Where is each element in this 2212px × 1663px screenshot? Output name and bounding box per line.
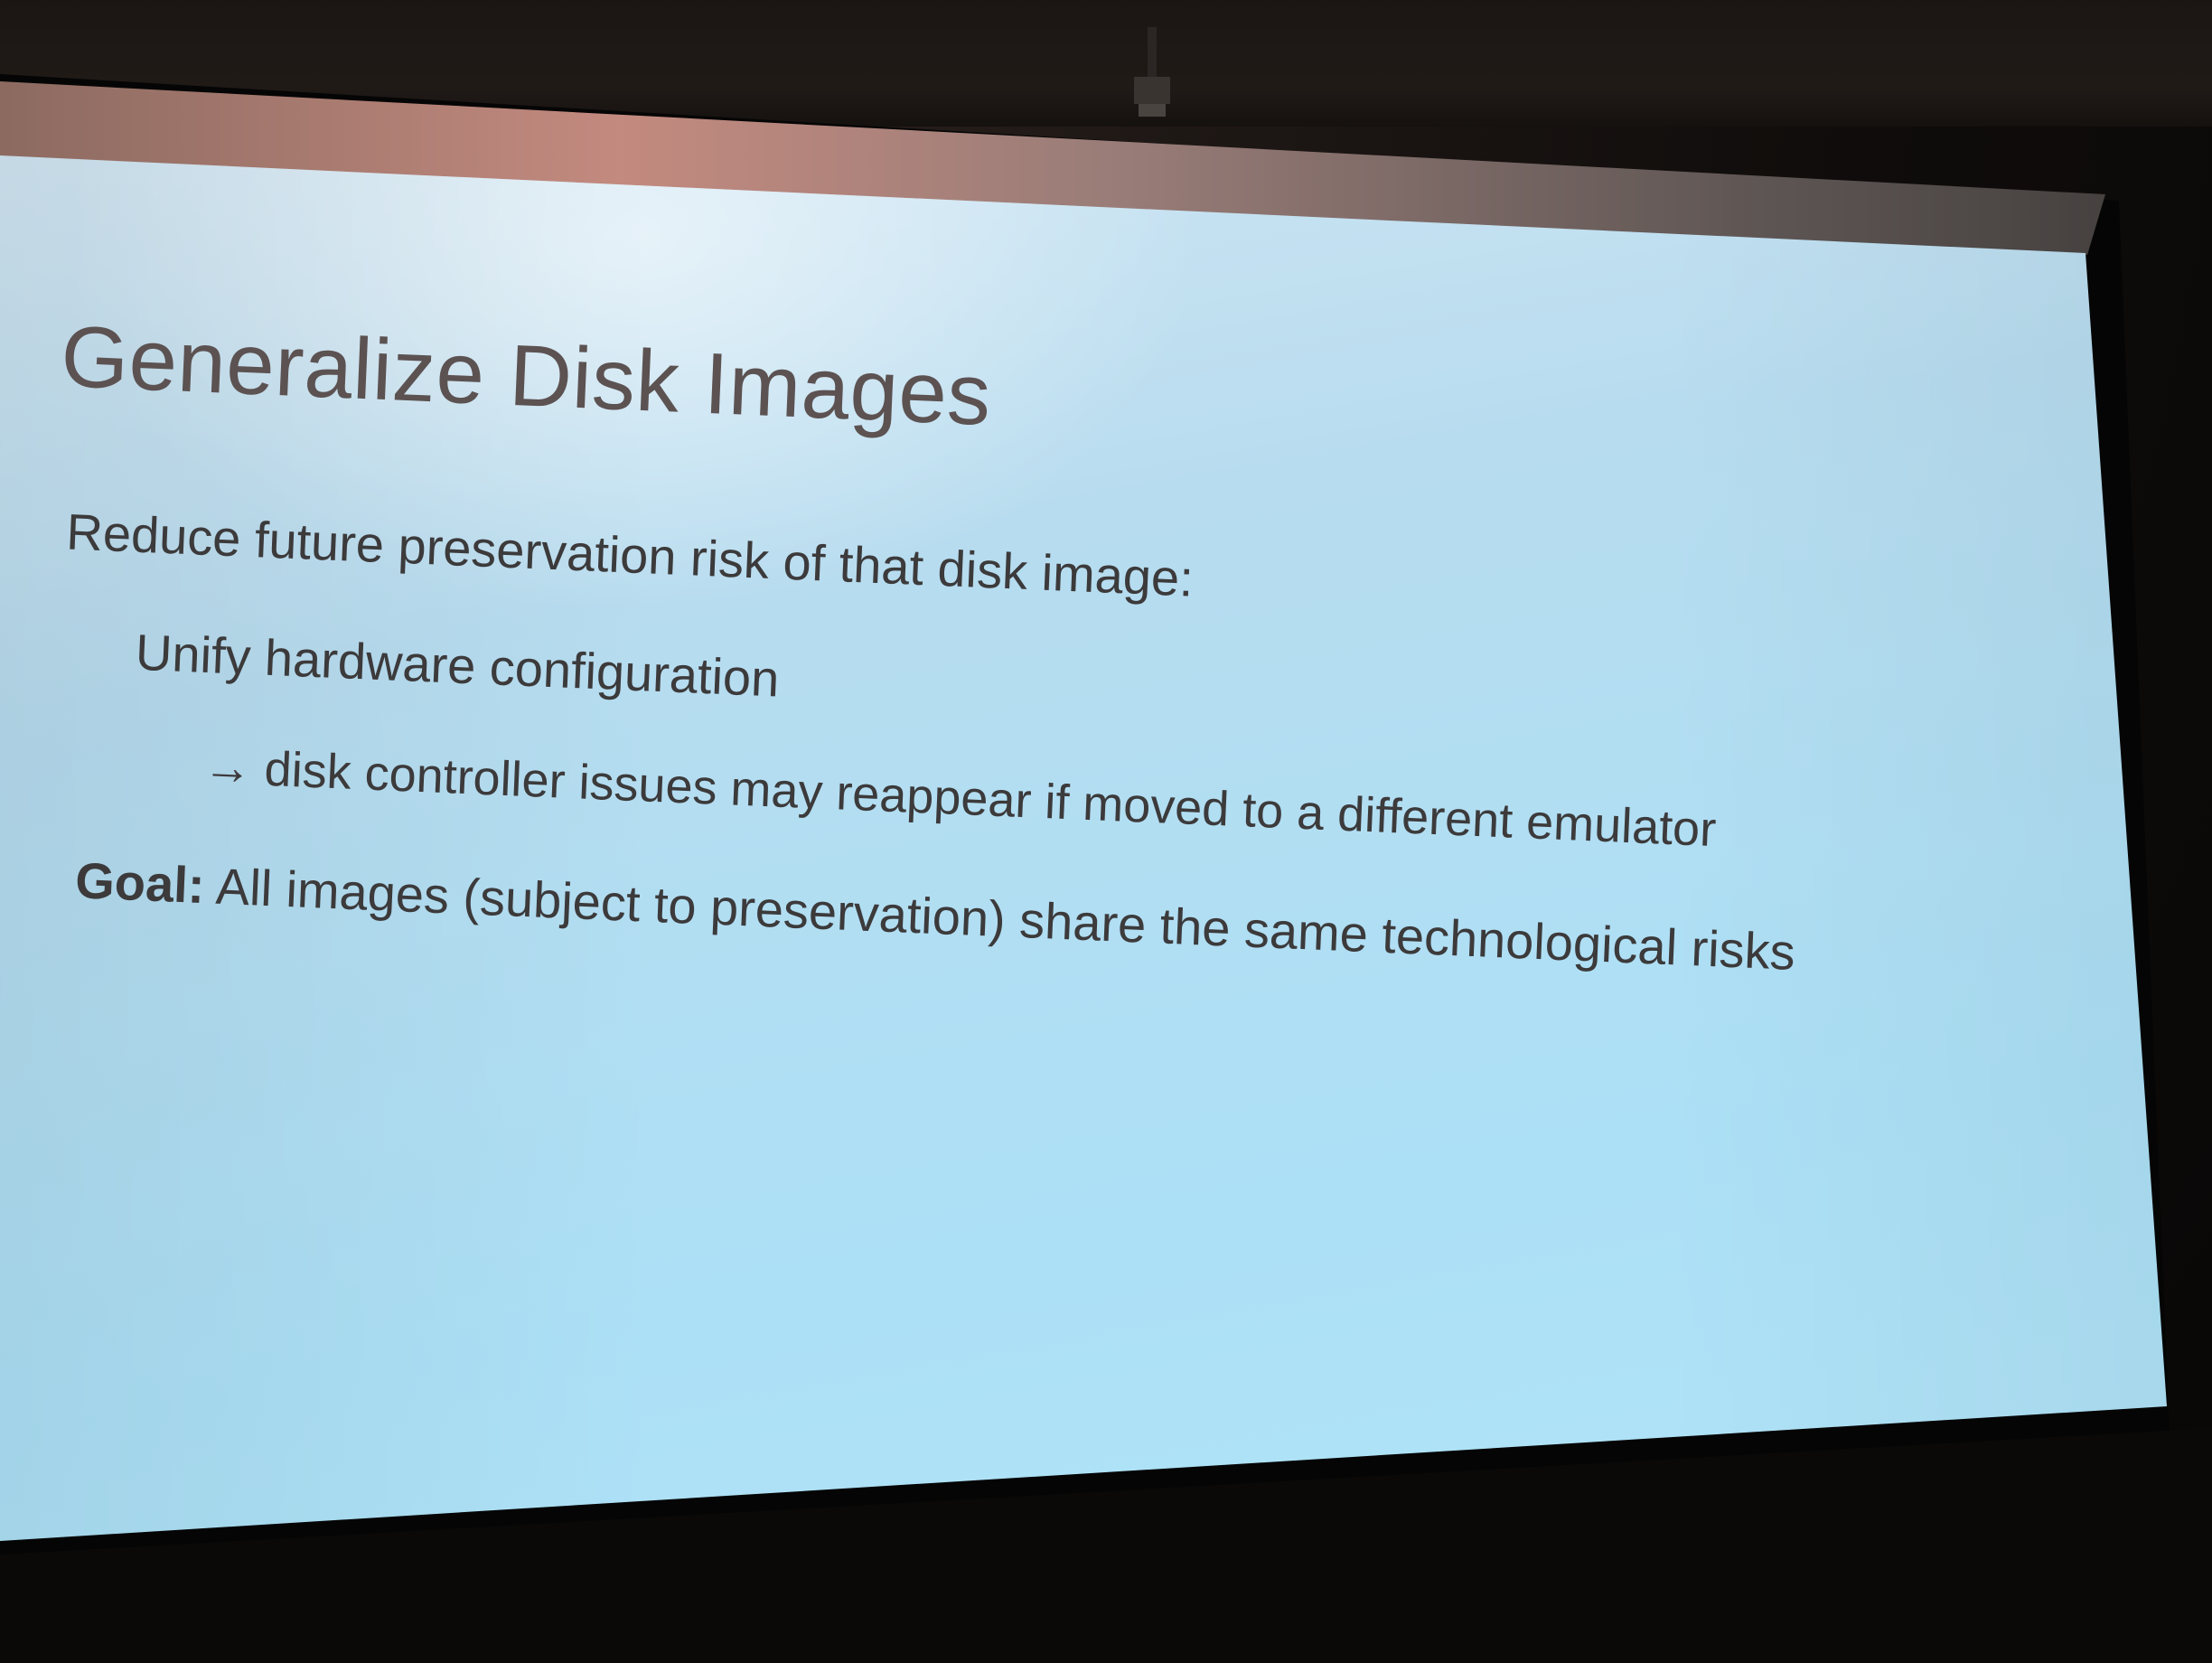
right-arrow-icon: → (202, 738, 254, 796)
projector-mount-icon (1134, 27, 1170, 117)
goal-label: Goal: (74, 851, 206, 915)
photo-scene: Generalize Disk Images Reduce future pre… (0, 0, 2212, 1663)
